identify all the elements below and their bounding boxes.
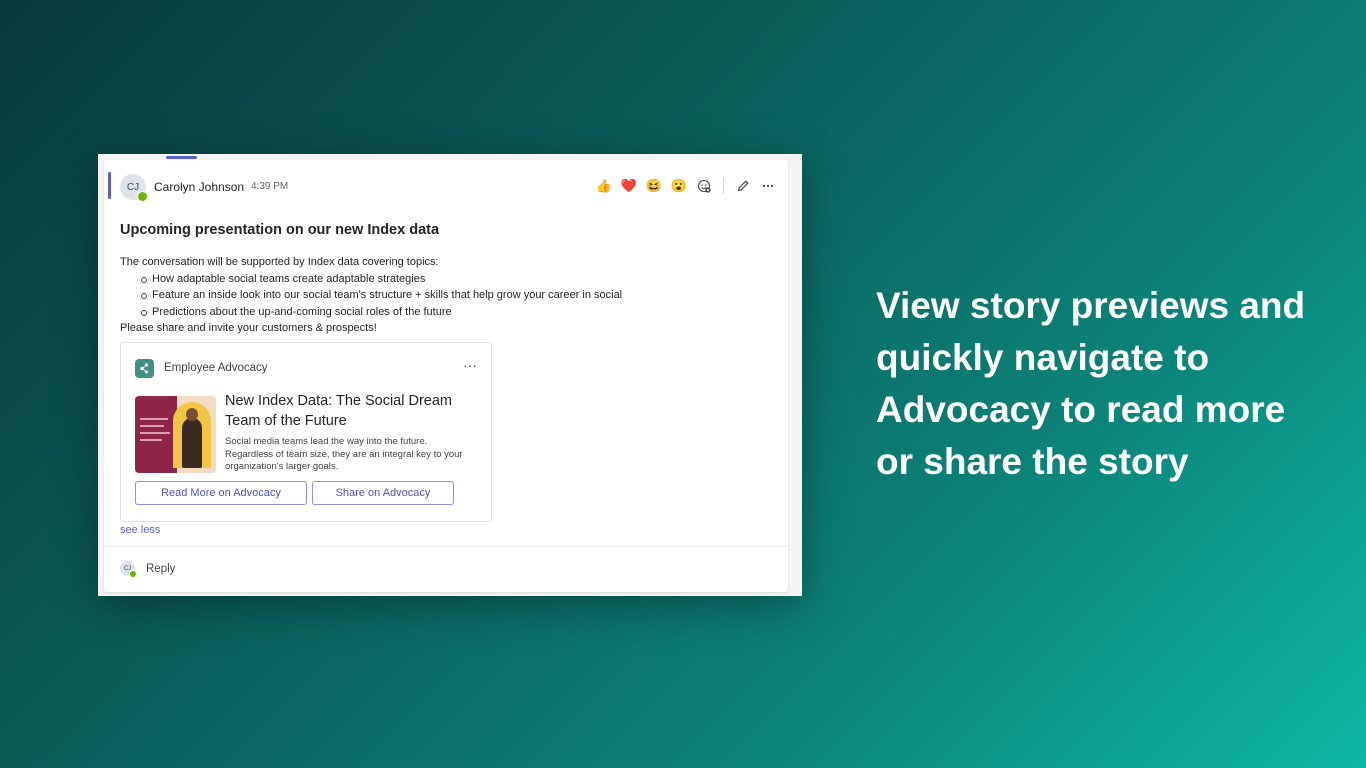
presence-available-icon [129,570,137,578]
toolbar-divider [723,178,724,194]
see-less-link[interactable]: see less [120,524,160,536]
author-avatar[interactable]: CJ [120,174,148,202]
list-item: Predictions about the up-and-coming soci… [141,304,760,321]
reply-avatar: CJ [120,561,137,578]
message-subject: Upcoming presentation on our new Index d… [120,222,440,238]
message-accent-bar [108,172,111,199]
message-outro: Please share and invite your customers &… [120,322,377,334]
story-thumbnail-image[interactable] [135,396,216,473]
author-name[interactable]: Carolyn Johnson [154,180,244,194]
reply-divider [104,546,788,547]
share-on-advocacy-button[interactable]: Share on Advocacy [312,481,454,505]
message-body: The conversation will be supported by In… [120,254,760,337]
reaction-bar: 👍 ❤️ 😆 😮 [594,176,778,196]
app-name: Employee Advocacy [164,362,268,374]
more-options-icon[interactable] [758,176,778,196]
list-item: How adaptable social teams create adapta… [141,271,760,288]
message-timestamp: 4:39 PM [251,181,289,192]
read-more-on-advocacy-button[interactable]: Read More on Advocacy [135,481,307,505]
story-title[interactable]: New Index Data: The Social Dream Team of… [225,391,475,431]
surprised-icon[interactable]: 😮 [669,176,689,196]
presence-available-icon [137,191,148,202]
teams-panel: CJ Carolyn Johnson 4:39 PM 👍 ❤️ 😆 😮 Upco… [98,154,802,596]
marketing-tagline: View story previews and quickly navigate… [876,285,1306,482]
add-reaction-icon[interactable] [694,176,714,196]
active-tab-indicator [166,156,197,159]
heart-icon[interactable]: ❤️ [619,176,639,196]
story-description: Social media teams lead the way into the… [225,436,463,472]
card-more-options-icon[interactable]: ··· [463,357,477,373]
laughing-icon[interactable]: 😆 [644,176,664,196]
topic-list: How adaptable social teams create adapta… [120,271,760,321]
reply-button[interactable]: Reply [146,563,175,575]
chat-message: CJ Carolyn Johnson 4:39 PM 👍 ❤️ 😆 😮 Upco… [104,160,788,592]
message-intro: The conversation will be supported by In… [120,256,439,268]
list-item: Feature an inside look into our social t… [141,287,760,304]
avatar-initials: CJ [126,181,140,193]
edit-icon[interactable] [733,176,753,196]
advocacy-card: Employee Advocacy ··· New Index Data: Th… [120,342,492,522]
employee-advocacy-app-icon [135,359,154,378]
thumbs-up-icon[interactable]: 👍 [594,176,614,196]
